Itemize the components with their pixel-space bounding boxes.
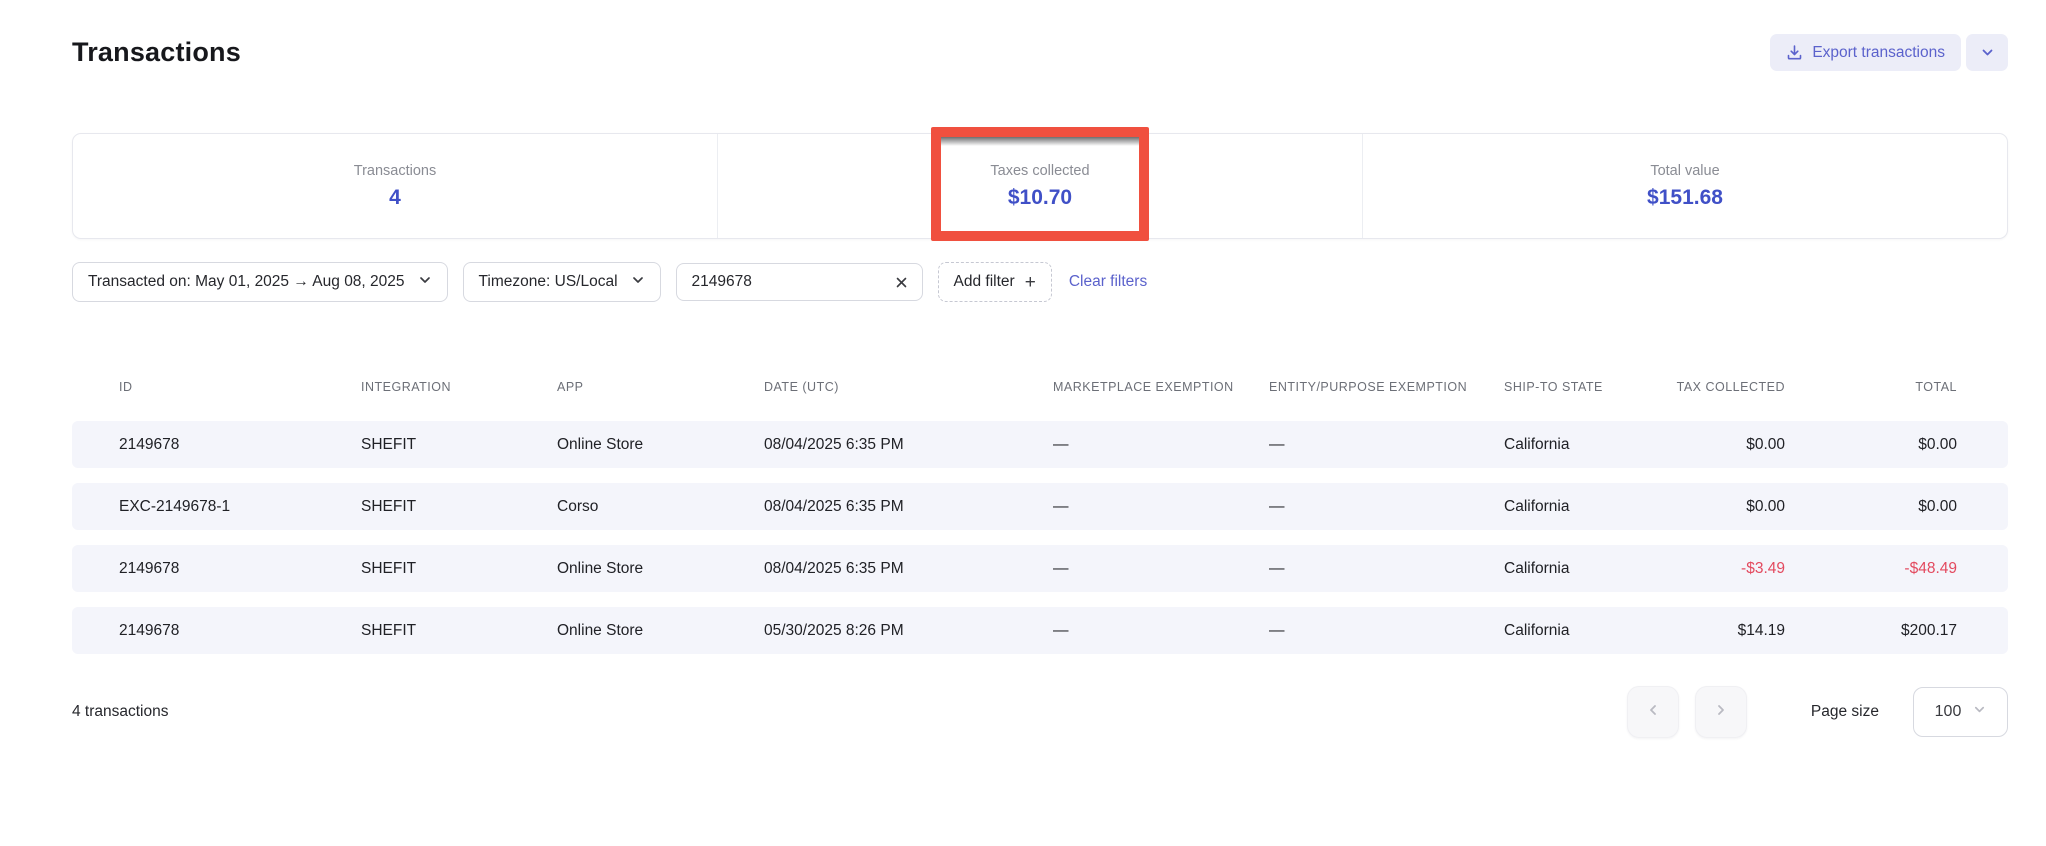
cell-entity-exemption: — [1269, 498, 1504, 516]
timezone-filter-label: Timezone: US/Local [479, 273, 618, 291]
cell-marketplace-exemption: — [1053, 622, 1269, 640]
column-header-integration: INTEGRATION [361, 378, 557, 397]
page-size-value: 100 [1935, 703, 1962, 721]
cell-total: $0.00 [1785, 436, 1957, 454]
cell-ship-to-state: California [1504, 560, 1654, 578]
stat-transactions-label: Transactions [354, 163, 436, 179]
cell-date: 08/04/2025 6:35 PM [764, 436, 1053, 454]
chevron-right-icon [1714, 703, 1728, 722]
cell-marketplace-exemption: — [1053, 498, 1269, 516]
cell-tax-collected: $0.00 [1654, 498, 1785, 516]
table-row[interactable]: 2149678 SHEFIT Online Store 08/04/2025 6… [72, 545, 2008, 592]
chevron-down-icon [631, 273, 645, 292]
pagination-controls: Page size 100 [1627, 686, 2008, 738]
table-header-row: ID INTEGRATION APP DATE (UTC) MARKETPLAC… [72, 378, 2008, 397]
cell-id: 2149678 [119, 436, 361, 454]
export-options-dropdown-button[interactable] [1966, 34, 2008, 71]
cell-integration: SHEFIT [361, 436, 557, 454]
page-size-select[interactable]: 100 [1913, 687, 2008, 737]
clear-filters-link[interactable]: Clear filters [1069, 273, 1147, 291]
cell-app: Online Store [557, 436, 764, 454]
table-footer: 4 transactions Page size 100 [72, 686, 2008, 738]
export-button-group: Export transactions [1770, 34, 2008, 71]
cell-entity-exemption: — [1269, 622, 1504, 640]
cell-id: EXC-2149678-1 [119, 498, 361, 516]
stat-transactions-value: 4 [389, 186, 401, 210]
cell-integration: SHEFIT [361, 498, 557, 516]
cell-ship-to-state: California [1504, 498, 1654, 516]
previous-page-button[interactable] [1627, 686, 1679, 738]
cell-id: 2149678 [119, 560, 361, 578]
timezone-filter[interactable]: Timezone: US/Local [463, 262, 661, 302]
transaction-count: 4 transactions [72, 703, 169, 721]
cell-total: $0.00 [1785, 498, 1957, 516]
stat-transactions: Transactions 4 [73, 134, 717, 238]
topbar: Transactions Export transactions [0, 0, 2046, 71]
chevron-down-icon [418, 273, 432, 292]
cell-date: 05/30/2025 8:26 PM [764, 622, 1053, 640]
cell-tax-collected: $0.00 [1654, 436, 1785, 454]
column-header-id: ID [119, 378, 361, 397]
stat-total-value: Total value $151.68 [1362, 134, 2007, 238]
cell-marketplace-exemption: — [1053, 560, 1269, 578]
chevron-down-icon [1980, 45, 1995, 60]
stats-summary-card: Transactions 4 Taxes collected $10.70 To… [72, 133, 2008, 239]
table-row[interactable]: EXC-2149678-1 SHEFIT Corso 08/04/2025 6:… [72, 483, 2008, 530]
cell-app: Online Store [557, 560, 764, 578]
cell-entity-exemption: — [1269, 560, 1504, 578]
page-title: Transactions [72, 37, 241, 68]
cell-ship-to-state: California [1504, 622, 1654, 640]
export-transactions-label: Export transactions [1812, 44, 1945, 62]
cell-integration: SHEFIT [361, 622, 557, 640]
date-range-filter-label: Transacted on: May 01, 2025 → Aug 08, 20… [88, 273, 405, 291]
stat-total-value-value: $151.68 [1647, 186, 1723, 210]
cell-total: $200.17 [1785, 622, 1957, 640]
cell-marketplace-exemption: — [1053, 436, 1269, 454]
column-header-ship-to-state: SHIP-TO STATE [1504, 378, 1654, 397]
chevron-down-icon [1973, 703, 1986, 721]
transactions-table: ID INTEGRATION APP DATE (UTC) MARKETPLAC… [72, 378, 2008, 654]
table-row[interactable]: 2149678 SHEFIT Online Store 08/04/2025 6… [72, 421, 2008, 468]
column-header-date: DATE (UTC) [764, 378, 1053, 397]
cell-app: Corso [557, 498, 764, 516]
chevron-left-icon [1646, 703, 1660, 722]
search-input[interactable] [690, 272, 874, 292]
column-header-entity-purpose-exemption: ENTITY/PURPOSE EXEMPTION [1269, 378, 1504, 397]
cell-tax-collected: -$3.49 [1654, 560, 1785, 578]
table-row[interactable]: 2149678 SHEFIT Online Store 05/30/2025 8… [72, 607, 2008, 654]
cell-ship-to-state: California [1504, 436, 1654, 454]
column-header-total: TOTAL [1785, 378, 1957, 397]
cell-tax-collected: $14.19 [1654, 622, 1785, 640]
stat-total-value-label: Total value [1650, 163, 1719, 179]
stat-taxes-collected-value: $10.70 [1008, 186, 1072, 210]
clear-search-icon[interactable] [894, 275, 909, 290]
column-header-tax-collected: TAX COLLECTED [1654, 378, 1785, 397]
page-size-label: Page size [1811, 703, 1879, 721]
next-page-button[interactable] [1695, 686, 1747, 738]
stat-taxes-collected-label: Taxes collected [990, 163, 1089, 179]
add-filter-button[interactable]: Add filter + [938, 262, 1052, 302]
stat-taxes-collected: Taxes collected $10.70 [717, 134, 1362, 238]
column-header-app: APP [557, 378, 764, 397]
cell-app: Online Store [557, 622, 764, 640]
transactions-page: Transactions Export transactions [0, 0, 2046, 846]
cell-entity-exemption: — [1269, 436, 1504, 454]
cell-integration: SHEFIT [361, 560, 557, 578]
cell-date: 08/04/2025 6:35 PM [764, 498, 1053, 516]
cell-date: 08/04/2025 6:35 PM [764, 560, 1053, 578]
filters-bar: Transacted on: May 01, 2025 → Aug 08, 20… [72, 262, 2008, 302]
cell-total: -$48.49 [1785, 560, 1957, 578]
plus-icon: + [1025, 273, 1036, 292]
export-transactions-button[interactable]: Export transactions [1770, 34, 1961, 71]
cell-id: 2149678 [119, 622, 361, 640]
search-filter [676, 263, 923, 301]
column-header-marketplace-exemption: MARKETPLACE EXEMPTION [1053, 378, 1269, 397]
date-range-filter[interactable]: Transacted on: May 01, 2025 → Aug 08, 20… [72, 262, 448, 302]
download-icon [1786, 44, 1803, 61]
add-filter-label: Add filter [954, 273, 1015, 291]
